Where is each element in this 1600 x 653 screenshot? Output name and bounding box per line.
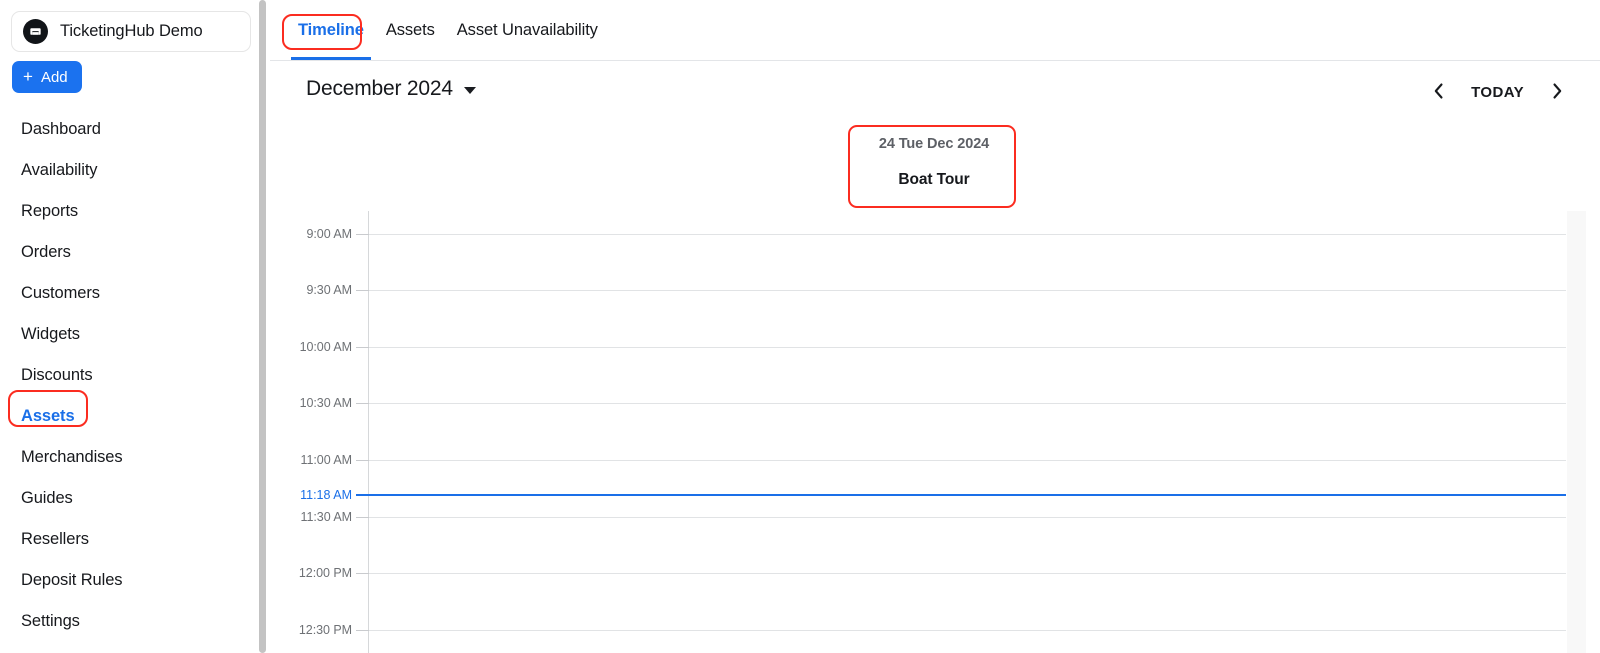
timeline-scrollbar[interactable] [1567,211,1586,653]
timeline-view: 24 Tue Dec 2024 Boat Tour 9:00 AM 9:30 A… [270,123,1600,653]
gridline [368,517,1566,518]
tab-timeline[interactable]: Timeline [287,0,375,60]
brand-name: TicketingHub Demo [60,22,203,40]
tick-mark [356,630,369,631]
sidebar-item-guides[interactable]: Guides [0,478,270,519]
sidebar-item-availability[interactable]: Availability [0,150,270,191]
tick-mark [356,290,369,291]
month-year-label: December 2024 [306,77,453,100]
time-label: 9:00 AM [306,227,352,241]
gridline [368,403,1566,404]
time-axis-line [368,211,369,653]
sidebar-item-label: Assets [21,407,75,425]
gridline [368,347,1566,348]
sidebar-item-dashboard[interactable]: Dashboard [0,109,270,150]
chevron-right-icon [1551,82,1564,103]
gridline [368,460,1566,461]
timeline-column-header[interactable]: 24 Tue Dec 2024 Boat Tour [850,136,1018,189]
add-button-label: Add [40,68,68,86]
gridline [368,234,1566,235]
date-toolbar: December 2024 TODAY [270,61,1600,123]
time-label: 12:00 PM [298,566,352,580]
sidebar-item-label: Discounts [21,366,93,384]
next-period-button[interactable] [1536,75,1578,109]
sidebar-scrollbar[interactable] [255,0,270,653]
prev-period-button[interactable] [1417,75,1459,109]
sidebar-item-label: Orders [21,243,71,261]
column-asset-title: Boat Tour [898,171,970,188]
current-time-label: 11:18 AM [300,488,352,502]
tab-label: Assets [385,20,435,39]
sidebar-item-label: Reports [21,202,79,220]
sidebar-item-label: Resellers [21,530,89,548]
sidebar-scrollbar-thumb[interactable] [259,0,266,653]
today-button[interactable]: TODAY [1459,75,1536,109]
month-year-picker[interactable]: December 2024 [306,77,476,101]
sidebar-item-discounts[interactable]: Discounts [0,355,270,396]
chevron-down-icon [463,87,476,94]
sidebar-item-label: Availability [21,161,98,179]
chevron-left-icon [1432,82,1445,103]
sidebar-item-assets[interactable]: Assets [0,396,270,437]
tab-asset-unavailability[interactable]: Asset Unavailability [446,0,609,60]
sidebar-item-merchandises[interactable]: Merchandises [0,437,270,478]
sidebar-item-label: Deposit Rules [21,571,123,589]
date-navigation: TODAY [1417,75,1578,109]
tab-label: Asset Unavailability [456,20,598,39]
sidebar-item-label: Customers [21,284,100,302]
gridline [368,630,1566,631]
current-time-line [356,494,1566,496]
sidebar-item-orders[interactable]: Orders [0,232,270,273]
column-date: 24 Tue Dec 2024 [878,136,990,152]
sidebar-item-settings[interactable]: Settings [0,601,270,642]
sidebar-item-customers[interactable]: Customers [0,273,270,314]
main-content: Timeline Assets Asset Unavailability Dec… [270,0,1600,653]
sidebar-item-label: Guides [21,489,73,507]
tick-mark [356,517,369,518]
gridline [368,573,1566,574]
add-button[interactable]: + Add [12,61,82,93]
tick-mark [356,573,369,574]
ticket-circle-icon [23,19,48,44]
sidebar-item-label: Merchandises [21,448,123,466]
tick-mark [356,403,369,404]
sidebar: TicketingHub Demo + Add Dashboard Availa… [0,0,270,653]
tab-assets[interactable]: Assets [375,0,446,60]
plus-icon: + [23,67,33,86]
time-label: 10:00 AM [299,340,352,354]
sidebar-item-reports[interactable]: Reports [0,191,270,232]
time-label: 10:30 AM [299,396,352,410]
tick-mark [356,347,369,348]
tick-mark [356,460,369,461]
sidebar-item-label: Settings [21,612,80,630]
tabbar: Timeline Assets Asset Unavailability [270,0,1600,61]
tab-label: Timeline [298,20,364,39]
sidebar-item-resellers[interactable]: Resellers [0,519,270,560]
timeline-grid[interactable]: 9:00 AM 9:30 AM 10:00 AM 10:30 AM 11:00 … [270,211,1600,653]
brand-selector[interactable]: TicketingHub Demo [11,11,251,52]
time-label: 11:30 AM [300,510,353,524]
sidebar-item-label: Widgets [21,325,80,343]
sidebar-item-widgets[interactable]: Widgets [0,314,270,355]
app-root: TicketingHub Demo + Add Dashboard Availa… [0,0,1600,653]
sidebar-item-deposit-rules[interactable]: Deposit Rules [0,560,270,601]
time-label: 12:30 PM [298,623,352,637]
sidebar-nav: Dashboard Availability Reports Orders Cu… [0,109,270,642]
gridline [368,290,1566,291]
sidebar-item-label: Dashboard [21,120,101,138]
time-label: 11:00 AM [300,453,353,467]
tick-mark [356,234,369,235]
time-label: 9:30 AM [306,283,352,297]
